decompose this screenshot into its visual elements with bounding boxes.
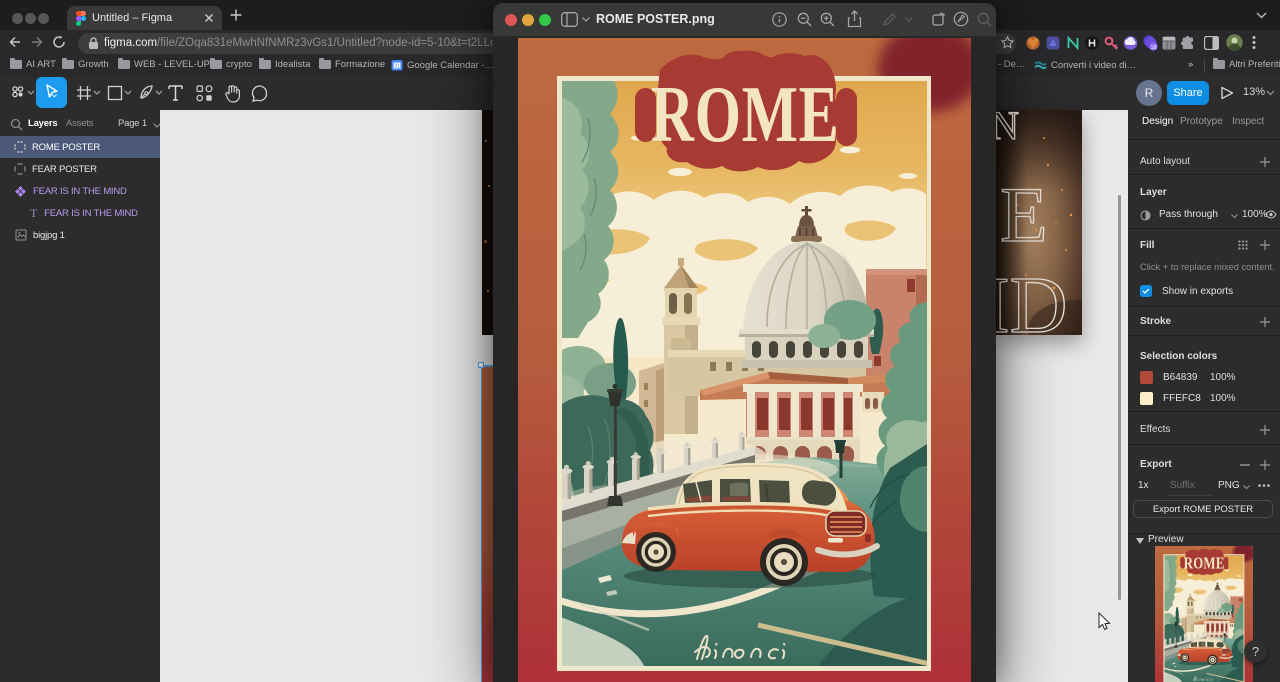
- svg-text:ID: ID: [996, 262, 1067, 335]
- svg-text:31: 31: [394, 64, 400, 70]
- svg-text:E: E: [1000, 171, 1048, 258]
- svg-text:N: N: [996, 110, 1019, 148]
- svg-text:18: 18: [1151, 45, 1157, 51]
